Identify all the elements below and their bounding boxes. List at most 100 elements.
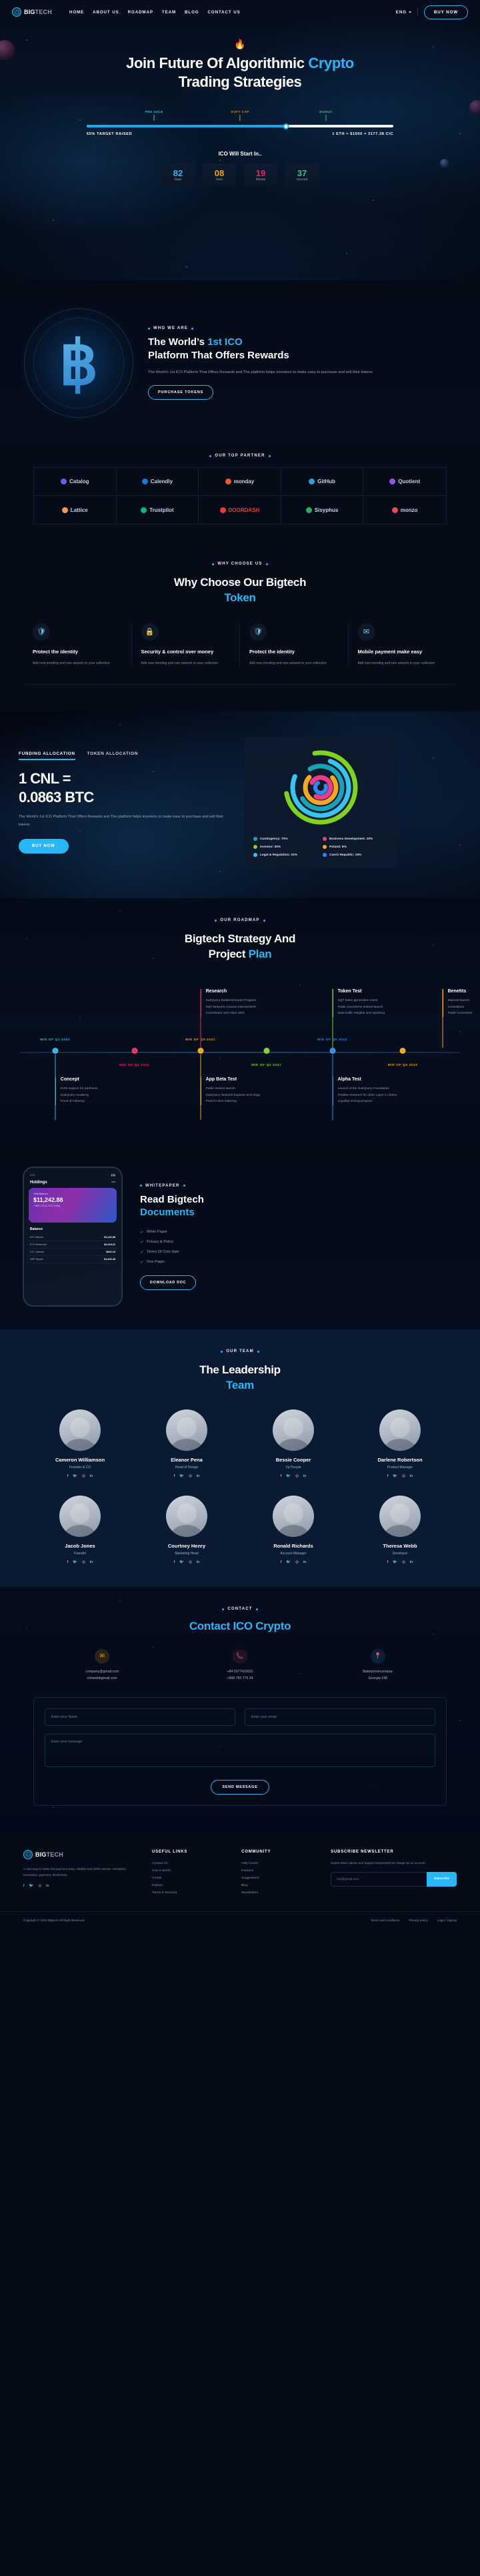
footer-link[interactable]: Partners bbox=[241, 1867, 320, 1875]
language-selector[interactable]: ENG bbox=[396, 10, 411, 15]
footer-link[interactable]: Help Center bbox=[241, 1860, 320, 1867]
twitter-icon[interactable]: 🐦 bbox=[393, 1474, 397, 1478]
message-textarea[interactable] bbox=[45, 1733, 435, 1767]
twitter-icon[interactable]: 🐦 bbox=[29, 1884, 34, 1888]
docs-list-item[interactable]: ✓ White Paper bbox=[140, 1227, 463, 1237]
subscribe-button[interactable]: Subscribe bbox=[426, 1871, 457, 1887]
partner-logo[interactable]: Lattice bbox=[34, 496, 117, 524]
instagram-icon[interactable]: ◎ bbox=[38, 1884, 41, 1888]
timeline-node[interactable] bbox=[131, 1048, 138, 1054]
facebook-icon[interactable]: f bbox=[67, 1560, 69, 1564]
footer-link[interactable]: Blog bbox=[241, 1882, 320, 1889]
privacy-link[interactable]: Privacy policy bbox=[409, 1919, 428, 1922]
roadmap-card-concept[interactable]: Concept EVM support for parthions SubQue… bbox=[55, 1077, 155, 1105]
contact-phone-line1[interactable]: +84 0977420031 bbox=[171, 1669, 309, 1676]
linkedin-icon[interactable]: in bbox=[46, 1884, 49, 1888]
allocation-buy-now-button[interactable]: BUY NOW bbox=[19, 838, 69, 854]
footer-logo[interactable]: BIGTECH bbox=[23, 1849, 141, 1859]
facebook-icon[interactable]: f bbox=[387, 1560, 389, 1564]
feature-card[interactable]: 🔒 Security & control over money Add new … bbox=[132, 623, 240, 667]
phone-asset-row[interactable]: ETH Ethereum $3,018.22 bbox=[29, 1241, 117, 1249]
nav-item-contact[interactable]: CONTACT US bbox=[208, 10, 241, 15]
instagram-icon[interactable]: ◎ bbox=[82, 1560, 85, 1564]
nav-item-about[interactable]: ABOUT US bbox=[93, 10, 119, 15]
timeline-node[interactable] bbox=[197, 1048, 204, 1054]
facebook-icon[interactable]: f bbox=[174, 1560, 175, 1564]
contact-phone-line2[interactable]: +998 765 775 34 bbox=[171, 1676, 309, 1682]
partner-logo[interactable]: monzo bbox=[363, 496, 446, 524]
tab-token-allocation[interactable]: TOKEN ALLOCATION bbox=[87, 751, 138, 760]
roadmap-card-research[interactable]: Research SubQuery Builders/Grants Progra… bbox=[200, 989, 301, 1017]
partner-logo[interactable]: Quotient bbox=[363, 468, 446, 496]
subscribe-email-input[interactable] bbox=[331, 1871, 427, 1887]
team-member[interactable]: Cameron Williamson Founder & CO f 🐦 ◎ in bbox=[27, 1409, 133, 1478]
twitter-icon[interactable]: 🐦 bbox=[179, 1474, 184, 1478]
footer-link[interactable]: Create bbox=[152, 1875, 231, 1882]
brand-logo[interactable]: BIGTECH bbox=[12, 7, 52, 17]
footer-link[interactable]: Contact Us bbox=[152, 1860, 231, 1867]
roadmap-card-app-beta-test[interactable]: App Beta Test Public testnet launch SubQ… bbox=[200, 1077, 301, 1105]
docs-list-item[interactable]: ✓ One Pager bbox=[140, 1257, 463, 1267]
linkedin-icon[interactable]: in bbox=[90, 1560, 93, 1564]
twitter-icon[interactable]: 🐦 bbox=[73, 1474, 77, 1478]
team-member[interactable]: Jacob Jones Founder f 🐦 ◎ in bbox=[27, 1496, 133, 1564]
linkedin-icon[interactable]: in bbox=[90, 1474, 93, 1478]
nav-item-team[interactable]: TEAM bbox=[162, 10, 176, 15]
purchase-tokens-button[interactable]: PURCHASE TOKENS bbox=[148, 384, 214, 400]
timeline-node[interactable] bbox=[263, 1048, 270, 1054]
twitter-icon[interactable]: 🐦 bbox=[73, 1560, 77, 1564]
feature-card[interactable]: ✉ Mobile payment make easy Add new trend… bbox=[349, 623, 457, 667]
partner-logo[interactable]: Calendly bbox=[116, 468, 199, 496]
nav-item-home[interactable]: HOME bbox=[69, 10, 84, 15]
twitter-icon[interactable]: 🐦 bbox=[286, 1560, 291, 1564]
linkedin-icon[interactable]: in bbox=[303, 1560, 306, 1564]
phone-asset-row[interactable]: LTC Litecoin $842.10 bbox=[29, 1249, 117, 1257]
facebook-icon[interactable]: f bbox=[67, 1474, 69, 1478]
instagram-icon[interactable]: ◎ bbox=[82, 1474, 85, 1478]
partner-logo[interactable]: DOORDASH bbox=[199, 496, 281, 524]
team-member[interactable]: Courtney Henry Marketing Head f 🐦 ◎ in bbox=[133, 1496, 240, 1564]
instagram-icon[interactable]: ◎ bbox=[295, 1474, 299, 1478]
twitter-icon[interactable]: 🐦 bbox=[179, 1560, 184, 1564]
footer-link[interactable]: Suggestions bbox=[241, 1875, 320, 1882]
instagram-icon[interactable]: ◎ bbox=[402, 1560, 405, 1564]
timeline-node[interactable] bbox=[52, 1048, 59, 1054]
facebook-icon[interactable]: f bbox=[174, 1474, 175, 1478]
facebook-icon[interactable]: f bbox=[387, 1474, 389, 1478]
footer-link[interactable]: Explore bbox=[152, 1882, 231, 1889]
tab-funding-allocation[interactable]: FUNDING ALLOCATION bbox=[19, 751, 75, 760]
download-doc-button[interactable]: DOWNLOAD DOC bbox=[140, 1275, 197, 1290]
funding-progress-bar[interactable] bbox=[87, 123, 393, 129]
linkedin-icon[interactable]: in bbox=[197, 1560, 199, 1564]
team-member[interactable]: Bessie Cooper Vp People f 🐦 ◎ in bbox=[240, 1409, 347, 1478]
contact-email-line2[interactable]: infowebbgmail.com bbox=[33, 1676, 171, 1682]
progress-knob[interactable] bbox=[283, 123, 289, 129]
phone-asset-row[interactable]: XRP Ripple $1,620.45 bbox=[29, 1256, 117, 1264]
team-member[interactable]: Ronald Richards Account Manager f 🐦 ◎ in bbox=[240, 1496, 347, 1564]
login-signup-link[interactable]: Login / Signup bbox=[437, 1919, 457, 1922]
footer-link[interactable]: How It Works bbox=[152, 1867, 231, 1875]
partner-logo[interactable]: Catalog bbox=[34, 468, 117, 496]
instagram-icon[interactable]: ◎ bbox=[189, 1560, 192, 1564]
partner-logo[interactable]: GitHub bbox=[281, 468, 364, 496]
phone-menu-icon[interactable]: ⋯ bbox=[111, 1180, 115, 1185]
roadmap-card-token-test[interactable]: Token Test SQT token generation event Pu… bbox=[332, 989, 433, 1017]
facebook-icon[interactable]: f bbox=[23, 1884, 25, 1888]
buy-now-button[interactable]: BUY NOW bbox=[423, 5, 468, 19]
partner-logo[interactable]: monday bbox=[199, 468, 281, 496]
nav-item-blog[interactable]: BLOG bbox=[185, 10, 199, 15]
phone-asset-row[interactable]: BTC Bitcoin $1,242.88 bbox=[29, 1234, 117, 1242]
feature-card[interactable]: 🛡 Protect the identity Add new trending … bbox=[23, 623, 132, 667]
name-input[interactable] bbox=[45, 1708, 235, 1726]
instagram-icon[interactable]: ◎ bbox=[295, 1560, 299, 1564]
partner-logo[interactable]: Sisyphus bbox=[281, 496, 364, 524]
twitter-icon[interactable]: 🐦 bbox=[286, 1474, 291, 1478]
linkedin-icon[interactable]: in bbox=[410, 1474, 413, 1478]
team-member[interactable]: Theresa Webb Developer f 🐦 ◎ in bbox=[347, 1496, 453, 1564]
facebook-icon[interactable]: f bbox=[281, 1560, 282, 1564]
docs-list-item[interactable]: ✓ Terms Of Coin Sale bbox=[140, 1247, 463, 1257]
twitter-icon[interactable]: 🐦 bbox=[393, 1560, 397, 1564]
roadmap-card-benefits[interactable]: Benefits Mainnet launch Centralized Publ… bbox=[442, 989, 480, 1017]
partner-logo[interactable]: Trustpilot bbox=[117, 496, 199, 524]
team-member[interactable]: Eleanor Pena Head of Design f 🐦 ◎ in bbox=[133, 1409, 240, 1478]
